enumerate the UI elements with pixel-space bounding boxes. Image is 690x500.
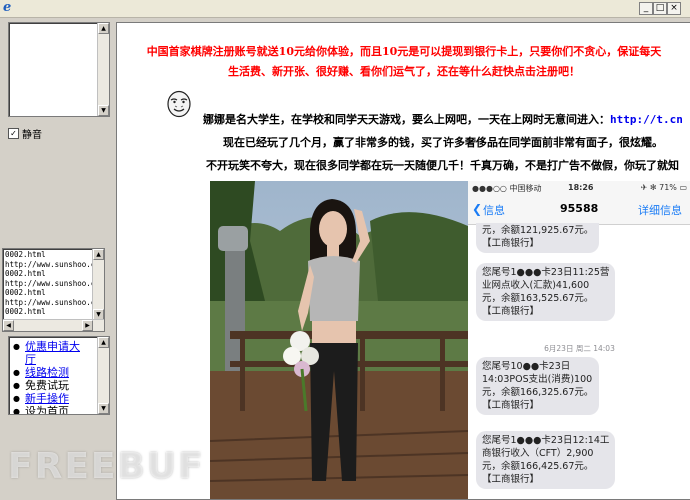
- vertical-scrollbar[interactable]: ▲ ▼: [97, 337, 109, 414]
- carrier-text: ●●●○○ 中国移动: [472, 184, 542, 193]
- list-item[interactable]: ● 线路检测: [13, 366, 97, 379]
- contact-title: 95588: [560, 202, 599, 215]
- scroll-down-icon[interactable]: ▼: [98, 105, 109, 116]
- window-titlebar: e _ □ ×: [0, 0, 690, 18]
- log-line: http://www.sunshoo.com/1: [5, 297, 105, 307]
- left-panel: ▲ ▼ ✓ 静音 0002.html http://www.sunshoo.co…: [0, 18, 113, 498]
- sms-bubble: 元，余额121,925.67元。 【工商银行】: [476, 223, 600, 253]
- list-item: ● 设为首页: [13, 405, 97, 415]
- log-line: 0002.html: [5, 269, 46, 278]
- set-homepage-text: 设为首页: [25, 405, 69, 415]
- free-trial-text: 免费试玩: [25, 379, 69, 392]
- sms-bubble: 您尾号10●●卡23日 14:03POS支出(消费)100 元，余额166,32…: [476, 357, 600, 415]
- vertical-scrollbar[interactable]: ▲ ▼: [92, 249, 104, 320]
- list-item[interactable]: ● 优惠申请大: [13, 340, 97, 353]
- promo-line-2: 生活费、新开张、很好赚、看你们运气了，还在等什么赶快点击注册吧！: [228, 65, 580, 78]
- scroll-up-icon[interactable]: ▲: [93, 249, 104, 260]
- story-paragraph-2: 现在已经玩了几个月，赢了非常多的钱，买了许多奢侈品在同学面前非常有面子，很炫耀。: [223, 136, 663, 149]
- minimize-button[interactable]: _: [639, 2, 653, 15]
- link-list: ● 优惠申请大 厅 ● 线路检测 ● 免费试玩 ● 新手操作 ● 设为首页: [9, 337, 97, 415]
- vertical-scrollbar[interactable]: ▲ ▼: [97, 23, 109, 116]
- status-bar: ●●●○○ 中国移动 18:26 ✈ ✻ 71% ▭: [468, 181, 690, 196]
- back-chevron-icon[interactable]: ❮: [472, 202, 482, 216]
- link-list-box: ● 优惠申请大 厅 ● 线路检测 ● 免费试玩 ● 新手操作 ● 设为首页 ▲ ▼: [8, 336, 110, 415]
- story-paragraph-3: 不开玩笑不夸大，现在很多同学都在玩一天随便几千！千真万确，不是打广告不做假，你玩…: [206, 159, 679, 172]
- link-apply-offers-cont[interactable]: 厅: [25, 353, 36, 366]
- scroll-right-icon[interactable]: ▶: [82, 320, 93, 331]
- link-apply-offers[interactable]: 优惠申请大: [25, 340, 80, 353]
- list-item: ● 免费试玩: [13, 379, 69, 392]
- scroll-up-icon[interactable]: ▲: [98, 337, 109, 348]
- maximize-button[interactable]: □: [653, 2, 667, 15]
- horizontal-scrollbar[interactable]: ◀ ▶: [3, 319, 104, 331]
- sms-bubble: 您尾号1●●●卡23日11:25营 业网点收入(汇款)41,600 元，余额16…: [476, 263, 616, 321]
- log-line: http://www.sunshoo.com/1: [5, 259, 105, 269]
- nav-bar: ❮ 信息 95588 详细信息: [468, 196, 690, 225]
- details-button[interactable]: 详细信息: [638, 202, 682, 218]
- list-item[interactable]: 厅: [13, 353, 97, 366]
- story-paragraph-1: 娜娜是名大学生，在学校和同学天天游戏，要么上网吧，一天在上网时无意间进入：htt…: [203, 111, 683, 127]
- message-timestamp: 6月23日 周二 14:03: [544, 344, 615, 353]
- scroll-down-icon[interactable]: ▼: [98, 403, 109, 414]
- promo-notice: 中国首家棋牌注册账号就送10元给你体验，而且10元是可以提现到银行卡上，只要你们…: [117, 42, 690, 82]
- sms-bubble: 您尾号1●●●卡23日12:14工 商银行收入（CFT）2,900 元，余额16…: [476, 431, 616, 489]
- checkmark-icon[interactable]: ✓: [8, 128, 19, 139]
- back-button[interactable]: 信息: [483, 202, 505, 218]
- promo-link[interactable]: http://t.cn: [610, 113, 683, 126]
- log-list: 0002.html http://www.sunshoo.com/1 0002.…: [3, 250, 105, 317]
- mute-label: 静音: [22, 130, 42, 141]
- ie-icon: e: [3, 0, 12, 15]
- link-beginner-guide[interactable]: 新手操作: [25, 392, 69, 405]
- log-line: 0002.html: [5, 307, 46, 316]
- list-item[interactable]: ● 新手操作: [13, 392, 97, 405]
- story-text-1: 娜娜是名大学生，在学校和同学天天游戏，要么上网吧，一天在上网时无意间进入：: [203, 113, 610, 126]
- scroll-left-icon[interactable]: ◀: [3, 320, 14, 331]
- close-button[interactable]: ×: [667, 2, 681, 15]
- log-textbox[interactable]: 0002.html http://www.sunshoo.com/1 0002.…: [2, 248, 105, 332]
- clock-text: 18:26: [568, 183, 594, 192]
- scroll-up-icon[interactable]: ▲: [98, 23, 109, 34]
- freebuf-watermark: FREEBUF: [8, 446, 205, 487]
- blank-textbox[interactable]: ▲ ▼: [8, 22, 110, 117]
- log-line: 0002.html: [5, 250, 46, 259]
- promo-line-1: 中国首家棋牌注册账号就送10元给你体验，而且10元是可以提现到银行卡上，只要你们…: [146, 45, 662, 58]
- web-content: 中国首家棋牌注册账号就送10元给你体验，而且10元是可以提现到银行卡上，只要你们…: [116, 22, 690, 500]
- meme-face-icon: [167, 90, 191, 118]
- girl-photo: [210, 181, 468, 499]
- sms-screenshot: ●●●○○ 中国移动 18:26 ✈ ✻ 71% ▭ ❮ 信息 95588 详细…: [468, 181, 690, 499]
- link-line-check[interactable]: 线路检测: [25, 366, 69, 379]
- log-line: http://www.sunshoo.com/1: [5, 278, 105, 288]
- log-line: 0002.html: [5, 288, 46, 297]
- battery-text: ✈ ✻ 71% ▭: [640, 183, 687, 192]
- mute-checkbox[interactable]: ✓ 静音: [8, 126, 42, 141]
